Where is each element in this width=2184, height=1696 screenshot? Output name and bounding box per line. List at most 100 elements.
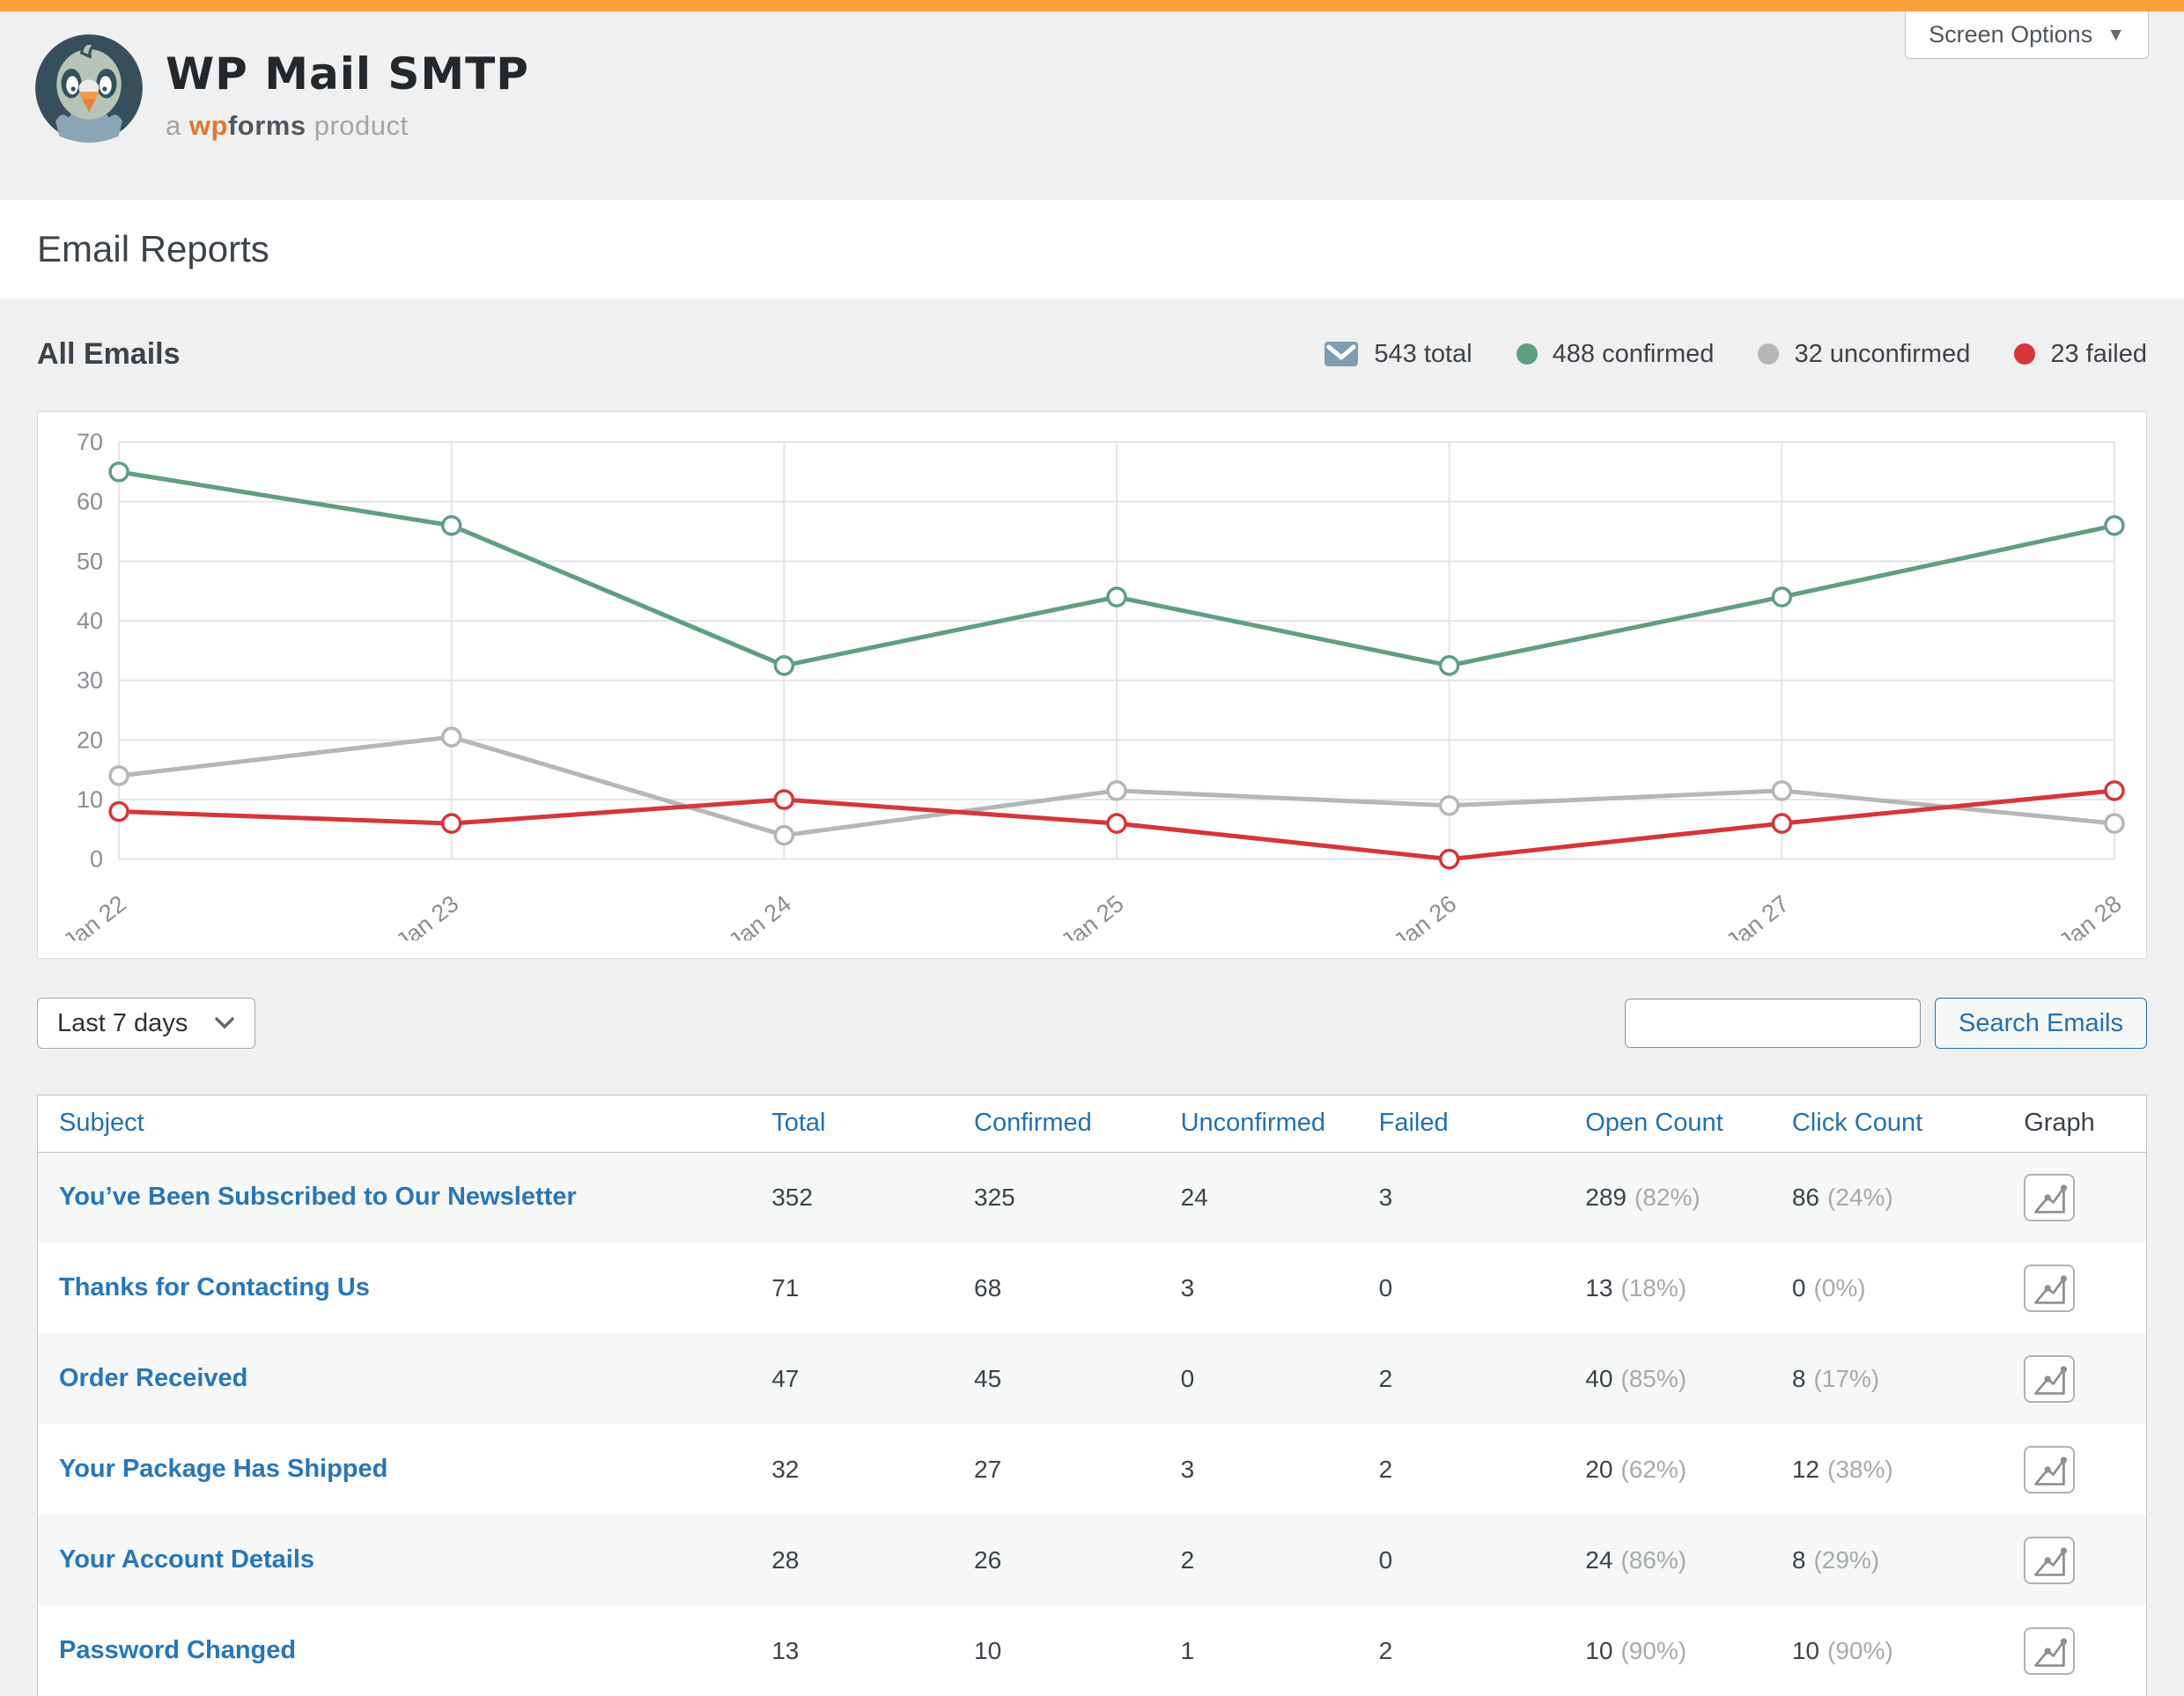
column-header-confirmed[interactable]: Confirmed bbox=[953, 1095, 1160, 1152]
column-header-total[interactable]: Total bbox=[750, 1095, 953, 1152]
graph-button[interactable] bbox=[2024, 1537, 2075, 1584]
total-cell: 47 bbox=[750, 1333, 953, 1424]
failed-cell: 2 bbox=[1358, 1333, 1565, 1424]
table-row: Password Changed13101210(90%)10(90%) bbox=[38, 1605, 2146, 1696]
email-subject-link[interactable]: You’ve Been Subscribed to Our Newsletter bbox=[59, 1183, 577, 1211]
email-subject-link[interactable]: Password Changed bbox=[59, 1636, 296, 1664]
wpforms-brand-wp: wp bbox=[189, 110, 228, 141]
mini-chart-icon bbox=[2030, 1542, 2069, 1579]
unconfirmed-cell: 0 bbox=[1160, 1333, 1358, 1424]
open-count-cell: 10(90%) bbox=[1564, 1605, 1771, 1696]
email-reports-table: Subject Total Confirmed Unconfirmed Fail… bbox=[37, 1095, 2147, 1696]
plugin-header: WP Mail SMTP a wpforms product Screen Op… bbox=[0, 11, 2184, 200]
page-title: Email Reports bbox=[37, 228, 269, 270]
wpforms-brand-forms: forms bbox=[228, 110, 306, 141]
svg-text:30: 30 bbox=[77, 667, 103, 694]
confirmed-cell: 325 bbox=[953, 1152, 1160, 1243]
svg-text:70: 70 bbox=[77, 430, 103, 455]
graph-cell bbox=[2003, 1515, 2146, 1605]
click-count-cell: 8(17%) bbox=[1771, 1333, 2003, 1424]
chevron-down-icon bbox=[214, 1016, 235, 1030]
envelope-icon bbox=[1324, 341, 1359, 367]
click-count-cell: 8(29%) bbox=[1771, 1515, 2003, 1605]
confirmed-cell: 45 bbox=[953, 1333, 1160, 1424]
column-header-graph: Graph bbox=[2003, 1095, 2146, 1152]
graph-cell bbox=[2003, 1424, 2146, 1515]
click-count-cell: 12(38%) bbox=[1771, 1424, 2003, 1515]
svg-text:40: 40 bbox=[77, 608, 103, 634]
table-row: Your Package Has Shipped32273220(62%)12(… bbox=[38, 1424, 2146, 1515]
column-header-open-count[interactable]: Open Count bbox=[1564, 1095, 1771, 1152]
svg-text:Jan 22: Jan 22 bbox=[58, 890, 130, 940]
email-subject-link[interactable]: Order Received bbox=[59, 1364, 247, 1392]
mini-chart-icon bbox=[2030, 1270, 2069, 1307]
svg-text:10: 10 bbox=[77, 786, 103, 813]
email-subject-link[interactable]: Your Account Details bbox=[59, 1545, 314, 1574]
caret-down-icon: ▼ bbox=[2107, 25, 2125, 46]
page-title-band: Email Reports bbox=[0, 200, 2184, 299]
emails-chart-card: 010203040506070Jan 22Jan 23Jan 24Jan 25J… bbox=[37, 411, 2147, 959]
column-header-subject[interactable]: Subject bbox=[38, 1095, 750, 1152]
legend-item-unconfirmed: 32 unconfirmed bbox=[1758, 340, 1970, 369]
graph-button[interactable] bbox=[2024, 1265, 2075, 1312]
click-count-cell: 86(24%) bbox=[1771, 1152, 2003, 1243]
svg-text:50: 50 bbox=[77, 548, 103, 574]
mini-chart-icon bbox=[2030, 1179, 2069, 1216]
table-header-row: Subject Total Confirmed Unconfirmed Fail… bbox=[38, 1095, 2146, 1152]
total-cell: 32 bbox=[750, 1424, 953, 1515]
graph-cell bbox=[2003, 1605, 2146, 1696]
failed-cell: 2 bbox=[1358, 1424, 1565, 1515]
all-emails-heading: All Emails bbox=[37, 337, 181, 372]
failed-cell: 0 bbox=[1358, 1243, 1565, 1333]
unconfirmed-cell: 24 bbox=[1160, 1152, 1358, 1243]
graph-button[interactable] bbox=[2024, 1174, 2075, 1221]
unconfirmed-cell: 1 bbox=[1160, 1605, 1358, 1696]
failed-cell: 2 bbox=[1358, 1605, 1565, 1696]
total-cell: 352 bbox=[750, 1152, 953, 1243]
graph-button[interactable] bbox=[2024, 1627, 2075, 1675]
legend-item-confirmed: 488 confirmed bbox=[1516, 340, 1715, 369]
open-count-cell: 40(85%) bbox=[1564, 1333, 1771, 1424]
svg-text:0: 0 bbox=[90, 846, 103, 873]
svg-text:Jan 25: Jan 25 bbox=[1056, 890, 1128, 940]
graph-button[interactable] bbox=[2024, 1446, 2075, 1493]
click-count-cell: 10(90%) bbox=[1771, 1605, 2003, 1696]
unconfirmed-dot-icon bbox=[1758, 343, 1779, 365]
unconfirmed-cell: 3 bbox=[1160, 1424, 1358, 1515]
email-subject-cell: Your Account Details bbox=[38, 1515, 750, 1605]
total-cell: 71 bbox=[750, 1243, 953, 1333]
email-subject-link[interactable]: Thanks for Contacting Us bbox=[59, 1273, 370, 1301]
failed-cell: 0 bbox=[1358, 1515, 1565, 1605]
open-count-cell: 13(18%) bbox=[1564, 1243, 1771, 1333]
svg-text:60: 60 bbox=[77, 489, 103, 515]
search-input[interactable] bbox=[1625, 999, 1921, 1048]
svg-text:Jan 23: Jan 23 bbox=[391, 890, 463, 940]
confirmed-cell: 26 bbox=[953, 1515, 1160, 1605]
date-range-value: Last 7 days bbox=[57, 1009, 188, 1038]
screen-options-button[interactable]: Screen Options ▼ bbox=[1905, 11, 2149, 59]
svg-text:Jan 24: Jan 24 bbox=[724, 890, 796, 940]
table-row: Thanks for Contacting Us71683013(18%)0(0… bbox=[38, 1243, 2146, 1333]
app-title: WP Mail SMTP bbox=[166, 48, 529, 100]
email-subject-link[interactable]: Your Package Has Shipped bbox=[59, 1455, 387, 1483]
open-count-cell: 289(82%) bbox=[1564, 1152, 1771, 1243]
wp-mail-smtp-logo bbox=[33, 33, 144, 144]
search-emails-button[interactable]: Search Emails bbox=[1935, 998, 2147, 1049]
confirmed-dot-icon bbox=[1516, 343, 1538, 365]
column-header-unconfirmed[interactable]: Unconfirmed bbox=[1160, 1095, 1358, 1152]
column-header-click-count[interactable]: Click Count bbox=[1771, 1095, 2003, 1152]
graph-button[interactable] bbox=[2024, 1355, 2075, 1403]
column-header-failed[interactable]: Failed bbox=[1358, 1095, 1565, 1152]
total-cell: 13 bbox=[750, 1605, 953, 1696]
click-count-cell: 0(0%) bbox=[1771, 1243, 2003, 1333]
email-subject-cell: Password Changed bbox=[38, 1605, 750, 1696]
date-range-select[interactable]: Last 7 days bbox=[37, 998, 255, 1049]
graph-cell bbox=[2003, 1333, 2146, 1424]
open-count-cell: 20(62%) bbox=[1564, 1424, 1771, 1515]
email-subject-cell: Your Package Has Shipped bbox=[38, 1424, 750, 1515]
table-row: Your Account Details28262024(86%)8(29%) bbox=[38, 1515, 2146, 1605]
graph-cell bbox=[2003, 1243, 2146, 1333]
svg-text:20: 20 bbox=[77, 726, 103, 753]
failed-cell: 3 bbox=[1358, 1152, 1565, 1243]
confirmed-cell: 27 bbox=[953, 1424, 1160, 1515]
